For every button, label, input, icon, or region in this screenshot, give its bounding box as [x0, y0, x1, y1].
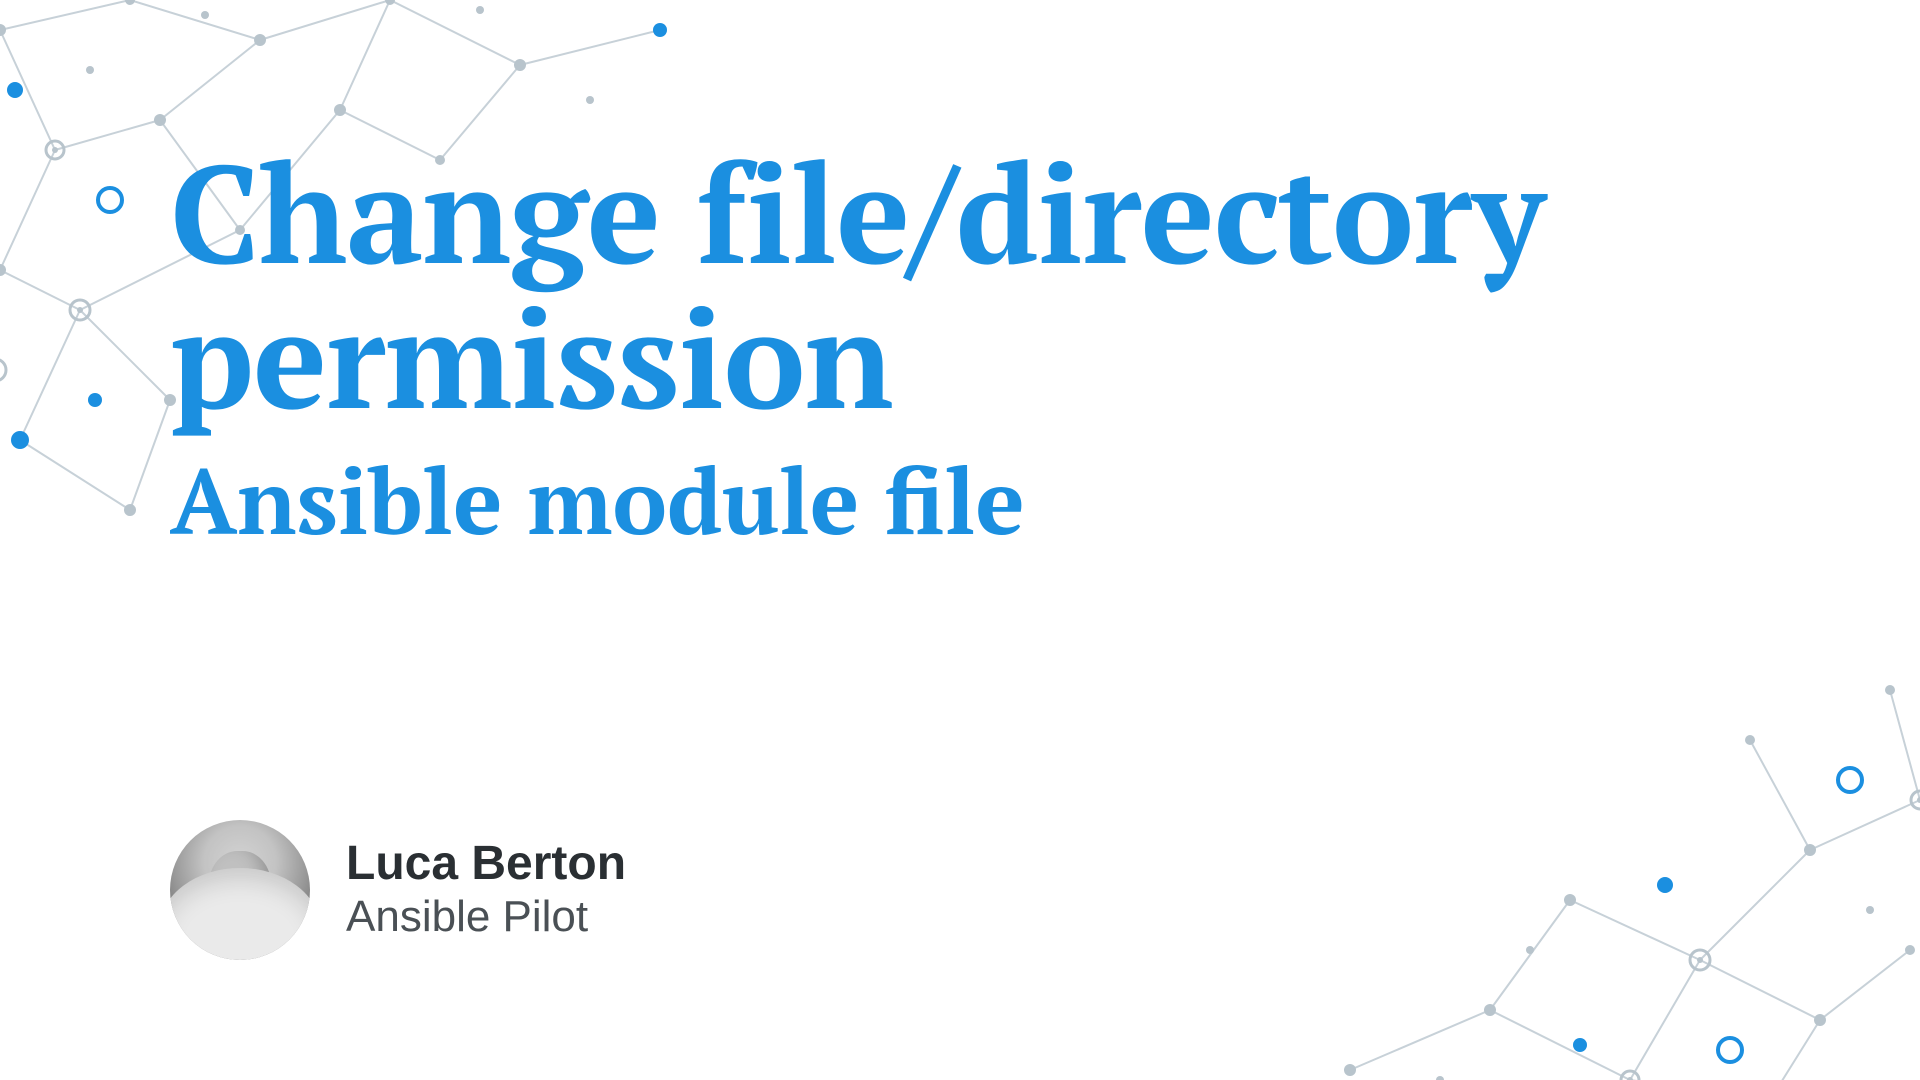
slide-title: Change file/directory permission [170, 140, 1840, 430]
author-name: Luca Berton [346, 836, 626, 891]
author-text: Luca Berton Ansible Pilot [346, 836, 626, 944]
network-decoration-bottom-right [1230, 650, 1920, 1080]
author-avatar [170, 820, 310, 960]
author-block: Luca Berton Ansible Pilot [170, 820, 626, 960]
slide-content: Change file/directory permission Ansible… [170, 140, 1840, 551]
author-role: Ansible Pilot [346, 891, 626, 944]
slide-subtitle: Ansible module file [170, 450, 1840, 551]
